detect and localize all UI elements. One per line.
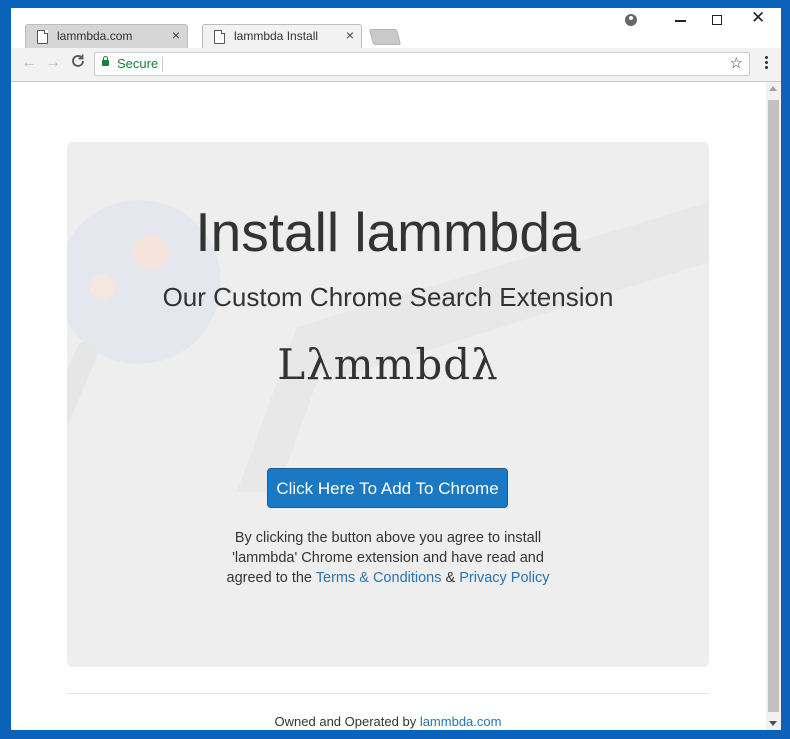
browser-toolbar: ← → Secure ☆ — [11, 48, 781, 82]
new-tab-button[interactable] — [368, 29, 402, 45]
terms-link[interactable]: Terms & Conditions — [316, 570, 442, 586]
legal-notice: By clicking the button above you agree t… — [67, 528, 709, 588]
profile-icon[interactable] — [625, 14, 637, 26]
browser-menu-button[interactable] — [763, 54, 769, 71]
address-bar[interactable]: Secure ☆ — [94, 52, 750, 76]
footer-link[interactable]: lammbda.com — [420, 714, 502, 729]
page-viewport: Install lammbda Our Custom Chrome Search… — [11, 82, 766, 730]
title-bar: lammbda.com × lammbda Install × ✕ — [11, 8, 781, 50]
bookmark-star-icon[interactable]: ☆ — [730, 54, 743, 72]
tab-lammbda-install[interactable]: lammbda Install × — [196, 24, 368, 50]
security-label: Secure — [117, 56, 159, 71]
legal-text: agreed to the — [226, 570, 316, 586]
minimize-button[interactable] — [675, 20, 686, 22]
forward-button[interactable]: → — [45, 54, 61, 72]
tab-close-icon[interactable]: × — [172, 27, 180, 43]
tab-lammbda-com[interactable]: lammbda.com × — [19, 24, 194, 50]
legal-line: 'lammbda' Chrome extension and have read… — [232, 550, 544, 566]
tab-title: lammbda.com — [57, 29, 133, 43]
lammbda-logo: Lλmmbdλ — [277, 340, 499, 389]
scrollbar-thumb[interactable] — [768, 100, 779, 712]
tab-close-icon[interactable]: × — [346, 27, 354, 43]
back-button[interactable]: ← — [21, 54, 37, 72]
menu-dot-icon — [764, 61, 768, 64]
install-panel: Install lammbda Our Custom Chrome Search… — [67, 142, 709, 667]
reload-icon — [72, 54, 84, 67]
scroll-down-arrow-icon[interactable] — [769, 721, 777, 726]
document-icon — [37, 30, 48, 44]
privacy-policy-link[interactable]: Privacy Policy — [459, 570, 549, 586]
tab-title: lammbda Install — [234, 29, 319, 43]
legal-line: agreed to the Terms & Conditions & Priva… — [67, 568, 709, 588]
legal-line: By clicking the button above you agree t… — [234, 530, 542, 546]
menu-dot-icon — [764, 56, 768, 59]
browser-window: lammbda.com × lammbda Install × ✕ ← → Se… — [11, 8, 781, 730]
footer-divider — [67, 693, 709, 694]
close-window-button[interactable]: ✕ — [751, 8, 765, 28]
legal-text: & — [441, 570, 460, 586]
scroll-up-arrow-icon[interactable] — [769, 86, 777, 91]
maximize-button[interactable] — [712, 15, 722, 25]
footer-text: Owned and Operated by — [274, 714, 420, 729]
page-title: Install lammbda — [195, 201, 581, 263]
page-subtitle: Our Custom Chrome Search Extension — [162, 282, 614, 312]
document-icon — [214, 30, 225, 44]
divider — [162, 57, 163, 72]
add-to-chrome-button[interactable]: Click Here To Add To Chrome — [267, 468, 508, 508]
footer: Owned and Operated by lammbda.com — [67, 714, 709, 729]
menu-dot-icon — [764, 66, 768, 69]
lock-icon — [102, 56, 109, 66]
reload-button[interactable] — [70, 53, 86, 74]
vertical-scrollbar[interactable] — [766, 82, 781, 730]
